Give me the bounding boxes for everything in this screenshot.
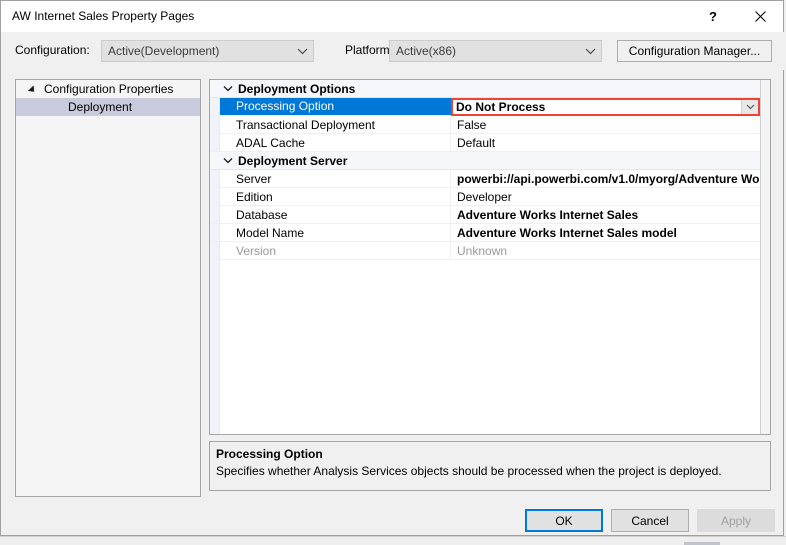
property-grid-right-strip — [760, 80, 770, 434]
property-value[interactable]: powerbi://api.powerbi.com/v1.0/myorg/Adv… — [454, 172, 760, 186]
processing-option-value: Do Not Process — [456, 100, 546, 114]
property-value[interactable]: Adventure Works Internet Sales — [454, 208, 760, 222]
help-button[interactable]: ? — [690, 1, 736, 32]
property-value[interactable]: Developer — [454, 190, 760, 204]
chevron-down-icon — [579, 48, 601, 55]
property-value[interactable]: Default — [454, 136, 760, 150]
ok-button[interactable]: OK — [525, 509, 603, 532]
apply-button: Apply — [697, 509, 775, 532]
property-row-model-name[interactable]: Model Name Adventure Works Internet Sale… — [210, 224, 760, 242]
property-grid: Deployment Options Processing Option Do … — [209, 79, 771, 435]
window-title: AW Internet Sales Property Pages — [12, 9, 195, 23]
processing-option-combobox[interactable]: Do Not Process — [451, 98, 760, 116]
tree-item-label: Configuration Properties — [44, 82, 174, 96]
property-name: Server — [236, 171, 272, 186]
property-name: Edition — [236, 189, 273, 204]
question-mark-icon: ? — [709, 9, 717, 24]
property-name: Version — [236, 243, 277, 258]
description-text: Specifies whether Analysis Services obje… — [216, 464, 722, 478]
property-name: ADAL Cache — [236, 135, 305, 150]
chevron-down-icon[interactable] — [741, 100, 758, 114]
property-row-edition[interactable]: Edition Developer — [210, 188, 760, 206]
tree-item-configuration-properties[interactable]: Configuration Properties — [16, 80, 200, 98]
description-panel: Processing Option Specifies whether Anal… — [209, 441, 771, 491]
platform-label: Platform: — [345, 43, 394, 57]
configuration-value: Active(Development) — [108, 44, 220, 58]
description-title: Processing Option — [216, 447, 323, 461]
configuration-label: Configuration: — [15, 43, 90, 57]
property-pages-dialog: AW Internet Sales Property Pages ? Confi… — [0, 0, 785, 536]
property-value[interactable]: False — [454, 118, 760, 132]
property-name: Database — [236, 207, 288, 222]
expander-triangle-icon[interactable] — [27, 85, 38, 95]
close-icon — [754, 11, 766, 22]
property-row-version: Version Unknown — [210, 242, 760, 260]
property-row-server[interactable]: Server powerbi://api.powerbi.com/v1.0/my… — [210, 170, 760, 188]
chevron-down-icon[interactable] — [219, 152, 237, 169]
cancel-button[interactable]: Cancel — [611, 509, 689, 532]
platform-value: Active(x86) — [396, 44, 457, 58]
chevron-down-icon[interactable] — [219, 80, 237, 97]
property-row-adal-cache[interactable]: ADAL Cache Default — [210, 134, 760, 152]
configuration-dropdown[interactable]: Active(Development) — [101, 40, 314, 62]
platform-dropdown[interactable]: Active(x86) — [389, 40, 602, 62]
property-value: Unknown — [457, 243, 508, 258]
property-category-row[interactable]: Deployment Options — [210, 80, 760, 98]
property-row-transactional-deployment[interactable]: Transactional Deployment False — [210, 116, 760, 134]
property-name: Model Name — [236, 225, 305, 240]
property-row-database[interactable]: Database Adventure Works Internet Sales — [210, 206, 760, 224]
configuration-toolbar: Configuration: Active(Development) Platf… — [1, 32, 785, 70]
tree-item-deployment[interactable]: Deployment — [16, 98, 200, 116]
property-value[interactable]: Adventure Works Internet Sales model — [454, 226, 760, 240]
chevron-down-icon — [291, 48, 313, 55]
property-category-row[interactable]: Deployment Server — [210, 152, 760, 170]
property-name: Processing Option — [220, 98, 466, 115]
property-grid-rows: Deployment Options Processing Option Do … — [210, 80, 760, 260]
property-row-processing-option[interactable]: Processing Option Do Not Process — [210, 98, 760, 116]
tree-item-label: Deployment — [68, 100, 133, 114]
close-button[interactable] — [737, 1, 783, 32]
configuration-tree-panel: Configuration Properties Deployment — [15, 79, 201, 497]
title-bar: AW Internet Sales Property Pages ? — [1, 1, 783, 33]
configuration-manager-button[interactable]: Configuration Manager... — [617, 40, 772, 62]
property-name: Transactional Deployment — [236, 117, 375, 132]
